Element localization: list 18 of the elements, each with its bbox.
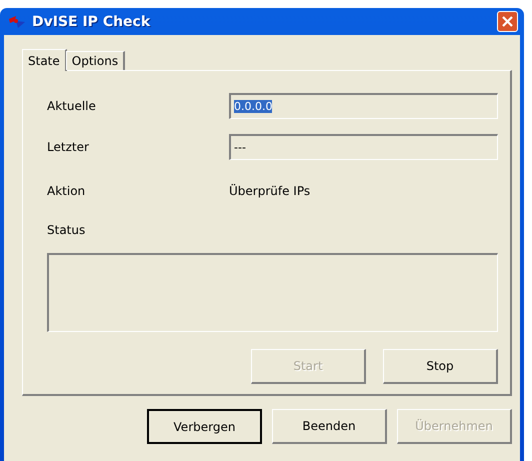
close-button[interactable] — [497, 11, 518, 32]
field-label: Status — [47, 223, 86, 237]
app-icon — [8, 14, 26, 28]
field-value: --- — [234, 140, 246, 154]
tab[interactable]: Options — [66, 51, 126, 70]
field-value: 0.0.0.0 — [234, 100, 272, 112]
button[interactable]: Beenden — [272, 409, 387, 444]
window-title: DvISE IP Check — [32, 14, 152, 30]
close-icon — [502, 16, 513, 27]
field-label: Aktion — [47, 184, 86, 198]
button[interactable]: Stop — [383, 349, 498, 384]
tab[interactable]: State — [22, 49, 67, 71]
field-label: Letzter — [47, 140, 90, 154]
text-field[interactable]: 0.0.0.0 — [229, 92, 498, 118]
text-field[interactable]: --- — [229, 134, 498, 160]
action-value: Überprüfe IPs — [229, 184, 310, 198]
field-label: Aktuelle — [47, 98, 97, 112]
button[interactable]: Verbergen — [147, 409, 262, 444]
